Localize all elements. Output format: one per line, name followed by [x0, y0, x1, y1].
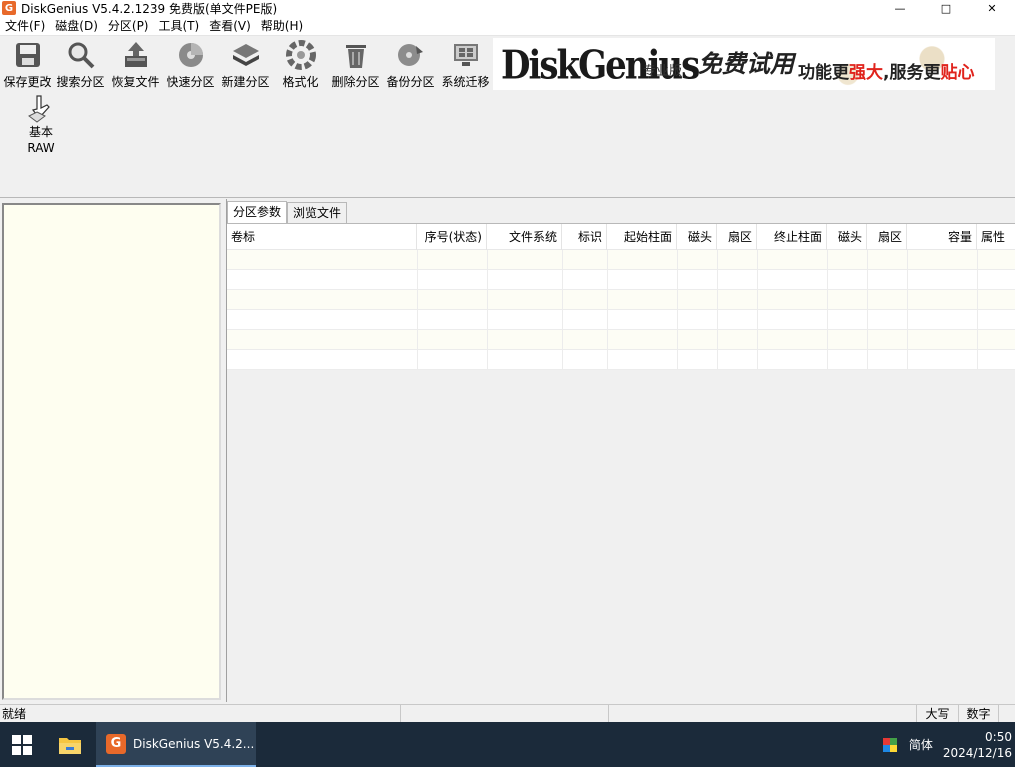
close-button[interactable]: ✕	[969, 0, 1015, 16]
banner-slogan: 功能更强大,服务更贴心	[798, 58, 974, 83]
minimize-button[interactable]: —	[877, 0, 923, 16]
slogan-part-c: ,服务更	[883, 63, 941, 83]
quick-partition-icon	[175, 40, 207, 70]
window-controls: — □ ✕	[877, 0, 1015, 16]
system-migration-button[interactable]: 系统迁移	[438, 40, 493, 90]
disk-icon	[27, 94, 55, 124]
menu-disk[interactable]: 磁盘(D)	[50, 17, 103, 34]
col-file-system[interactable]: 文件系统	[487, 224, 562, 250]
banner-edition: 专业版	[643, 64, 683, 79]
window-title: DiskGenius V5.4.2.1239 免费版(单文件PE版)	[21, 1, 278, 16]
menu-tools[interactable]: 工具(T)	[154, 17, 205, 34]
disk-format-label: RAW	[27, 141, 55, 155]
tool-label: 系统迁移	[441, 75, 490, 89]
new-partition-icon	[230, 40, 262, 70]
caps-indicator: 大写	[917, 705, 959, 723]
new-partition-button[interactable]: 新建分区	[218, 40, 273, 90]
status-bar: 就绪 大写 数字	[0, 704, 1015, 723]
system-migrate-icon	[450, 40, 482, 70]
disk-basic-raw[interactable]: 基本 RAW	[18, 94, 64, 156]
table-row[interactable]	[227, 290, 1015, 310]
status-text: 就绪	[0, 705, 401, 723]
diskgenius-icon: G	[106, 733, 126, 754]
backup-icon	[395, 40, 427, 70]
quick-partition-button[interactable]: 快速分区	[163, 40, 218, 90]
format-icon	[285, 40, 317, 70]
title-bar: G DiskGenius V5.4.2.1239 免费版(单文件PE版) — □…	[0, 0, 1015, 16]
table-header: 卷标 序号(状态) 文件系统 标识 起始柱面 磁头 扇区 终止柱面 磁头 扇区 …	[227, 224, 1015, 250]
recover-files-button[interactable]: 恢复文件	[108, 40, 163, 90]
menu-bar: 文件(F) 磁盘(D) 分区(P) 工具(T) 查看(V) 帮助(H)	[0, 16, 1015, 36]
tool-label: 搜索分区	[56, 75, 105, 89]
table-row[interactable]	[227, 250, 1015, 270]
num-indicator: 数字	[959, 705, 999, 723]
col-id[interactable]: 标识	[562, 224, 607, 250]
menu-file[interactable]: 文件(F)	[0, 17, 50, 34]
ime-language[interactable]: 简体	[909, 736, 933, 753]
partition-table: 卷标 序号(状态) 文件系统 标识 起始柱面 磁头 扇区 终止柱面 磁头 扇区 …	[227, 223, 1015, 370]
banner-promo: 免费试用	[698, 50, 794, 78]
tool-label: 新建分区	[221, 75, 270, 89]
magnifier-icon	[65, 40, 97, 70]
status-pane-2	[401, 705, 609, 723]
windows-logo-icon	[12, 734, 32, 755]
system-tray: 简体 0:50 2024/12/16	[882, 722, 1015, 767]
save-disk-icon	[12, 40, 44, 70]
table-row[interactable]	[227, 310, 1015, 330]
trash-icon	[340, 40, 372, 70]
tab-partition-params[interactable]: 分区参数	[227, 201, 288, 223]
slogan-part-b: 强大	[849, 63, 883, 83]
taskbar-app-label: DiskGenius V5.4.2...	[133, 736, 255, 751]
folder-icon	[59, 737, 81, 754]
col-end-sector[interactable]: 扇区	[867, 224, 907, 250]
backup-partition-button[interactable]: 备份分区	[383, 40, 438, 90]
col-index-status[interactable]: 序号(状态)	[417, 224, 487, 250]
tool-label: 恢复文件	[111, 75, 160, 89]
toolbar: 保存更改 搜索分区 恢复文件 快速分区 新建分区 格式化 删除分区 备份分区 系…	[0, 36, 1015, 198]
table-row[interactable]	[227, 350, 1015, 370]
tool-label: 快速分区	[166, 75, 215, 89]
menu-partition[interactable]: 分区(P)	[103, 17, 154, 34]
col-end-cylinder[interactable]: 终止柱面	[757, 224, 827, 250]
save-changes-button[interactable]: 保存更改	[0, 40, 55, 90]
tab-strip: 分区参数 浏览文件	[227, 201, 348, 223]
col-capacity[interactable]: 容量	[907, 224, 977, 250]
promo-banner[interactable]: DiskGenius 专业版 免费试用 功能更强大,服务更贴心	[493, 38, 995, 90]
partition-panel: 分区参数 浏览文件 卷标 序号(状态) 文件系统 标识 起始柱面 磁头 扇区 终…	[226, 199, 1015, 702]
ime-color-icon[interactable]	[882, 737, 897, 752]
clock-date: 2024/12/16	[942, 745, 1012, 760]
recover-file-icon	[120, 40, 152, 70]
col-attributes[interactable]: 属性	[977, 224, 1015, 250]
start-button[interactable]	[0, 722, 44, 767]
slogan-part-a: 功能更	[798, 63, 849, 83]
taskbar: G DiskGenius V5.4.2... 简体 0:50 2024/12/1…	[0, 722, 1015, 767]
clock[interactable]: 0:50 2024/12/16	[943, 729, 1012, 761]
tool-label: 格式化	[282, 75, 319, 89]
maximize-button[interactable]: □	[923, 0, 969, 16]
tool-label: 保存更改	[3, 75, 52, 89]
format-button[interactable]: 格式化	[273, 40, 328, 90]
menu-view[interactable]: 查看(V)	[204, 17, 256, 34]
table-row[interactable]	[227, 330, 1015, 350]
app-icon: G	[2, 1, 16, 15]
col-end-head[interactable]: 磁头	[827, 224, 867, 250]
delete-partition-button[interactable]: 删除分区	[328, 40, 383, 90]
status-pane-3	[609, 705, 917, 723]
col-start-cylinder[interactable]: 起始柱面	[607, 224, 677, 250]
menu-help[interactable]: 帮助(H)	[256, 17, 308, 34]
disk-type-label: 基本	[28, 125, 53, 139]
slogan-part-d: 贴心	[940, 63, 975, 83]
col-volume-label[interactable]: 卷标	[227, 224, 417, 250]
disk-tree-panel[interactable]	[2, 203, 221, 700]
file-explorer-button[interactable]	[44, 722, 96, 767]
taskbar-diskgenius-app[interactable]: G DiskGenius V5.4.2...	[96, 722, 256, 767]
clock-time: 0:50	[985, 729, 1012, 744]
table-row[interactable]	[227, 270, 1015, 290]
col-start-head[interactable]: 磁头	[677, 224, 717, 250]
search-partition-button[interactable]: 搜索分区	[53, 40, 108, 90]
col-start-sector[interactable]: 扇区	[717, 224, 757, 250]
tool-label: 备份分区	[386, 75, 435, 89]
tab-browse-files[interactable]: 浏览文件	[287, 202, 348, 223]
tool-label: 删除分区	[331, 75, 380, 89]
